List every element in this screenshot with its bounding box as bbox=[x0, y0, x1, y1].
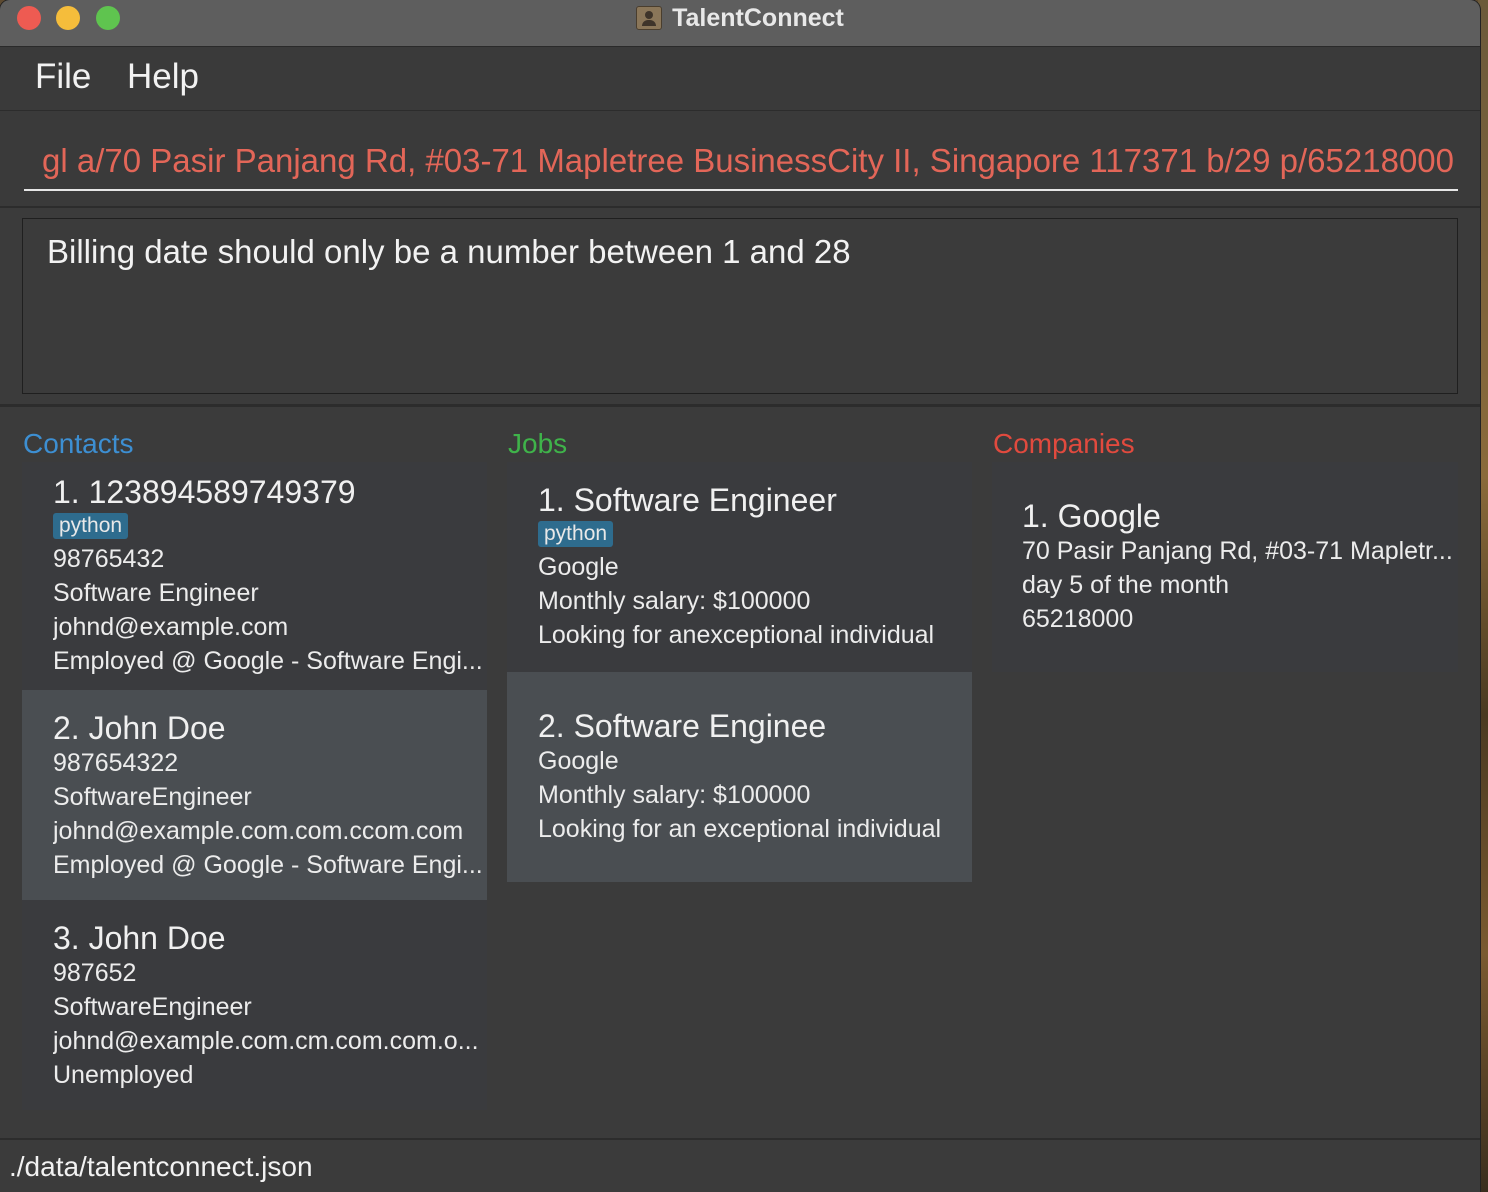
company-name: 1. Google bbox=[1022, 498, 1161, 534]
companies-heading: Companies bbox=[993, 428, 1135, 459]
result-message: Billing date should only be a number bet… bbox=[47, 233, 851, 270]
job-company: Google bbox=[538, 747, 619, 775]
company-billing: day 5 of the month bbox=[1022, 571, 1230, 599]
contact-phone: 98765432 bbox=[53, 545, 165, 573]
contact-employment: Employed @ Google - Software Engi... bbox=[53, 851, 483, 879]
contact-phone: 987654322 bbox=[53, 749, 179, 777]
result-display: Billing date should only be a number bet… bbox=[22, 218, 1458, 394]
company-phone: 65218000 bbox=[1022, 605, 1134, 633]
command-area bbox=[0, 111, 1480, 208]
contact-name: 3. John Doe bbox=[53, 920, 226, 956]
job-salary: Monthly salary: $100000 bbox=[538, 587, 811, 615]
status-bar: ./data/talentconnect.json bbox=[0, 1138, 1480, 1192]
jobs-heading: Jobs bbox=[508, 428, 568, 459]
job-card[interactable]: 1. Software Engineer python Google Month… bbox=[507, 462, 972, 672]
contact-name: 1. 123894589749379 bbox=[53, 474, 356, 510]
job-description: Looking for anexceptional individual bbox=[538, 621, 935, 649]
divider bbox=[0, 404, 1480, 407]
job-tag: python bbox=[538, 521, 614, 547]
menu-bar: File Help bbox=[0, 47, 1480, 111]
job-description: Looking for an exceptional individual bbox=[538, 815, 942, 843]
contact-email: johnd@example.com.com.ccom.com bbox=[53, 817, 464, 845]
company-address: 70 Pasir Panjang Rd, #03-71 Mapletr... bbox=[1022, 537, 1453, 565]
contact-email: johnd@example.com bbox=[53, 613, 289, 641]
job-company: Google bbox=[538, 553, 619, 581]
contact-tag: python bbox=[53, 513, 129, 539]
window-title-group: TalentConnect bbox=[0, 3, 1480, 33]
company-card[interactable]: 1. Google 70 Pasir Panjang Rd, #03-71 Ma… bbox=[992, 462, 1458, 672]
job-salary: Monthly salary: $100000 bbox=[538, 781, 811, 809]
contact-role: SoftwareEngineer bbox=[53, 993, 252, 1021]
job-title: 2. Software Enginee bbox=[538, 708, 827, 744]
contacts-heading: Contacts bbox=[23, 428, 134, 459]
contact-email: johnd@example.com.cm.com.com.o... bbox=[53, 1027, 479, 1055]
contact-card[interactable]: 1. 123894589749379 python 98765432 Softw… bbox=[22, 462, 487, 690]
job-title: 1. Software Engineer bbox=[538, 482, 837, 518]
contact-role: Software Engineer bbox=[53, 579, 259, 607]
title-bar: TalentConnect bbox=[0, 0, 1480, 47]
data-file-path: ./data/talentconnect.json bbox=[9, 1151, 313, 1182]
contact-card[interactable]: 2. John Doe 987654322 SoftwareEngineer j… bbox=[22, 690, 487, 900]
contact-book-icon bbox=[636, 6, 663, 30]
contact-phone: 987652 bbox=[53, 959, 137, 987]
contact-role: SoftwareEngineer bbox=[53, 783, 252, 811]
command-input[interactable] bbox=[24, 133, 1458, 191]
job-card[interactable]: 2. Software Enginee Google Monthly salar… bbox=[507, 672, 972, 882]
app-window: TalentConnect File Help Billing date sho… bbox=[0, 0, 1480, 1192]
window-title: TalentConnect bbox=[672, 3, 844, 32]
contact-employment: Employed @ Google - Software Engi... bbox=[53, 647, 483, 675]
contact-card[interactable]: 3. John Doe 987652 SoftwareEngineer john… bbox=[22, 900, 487, 1110]
menu-help[interactable]: Help bbox=[127, 57, 199, 97]
contact-name: 2. John Doe bbox=[53, 710, 226, 746]
contact-employment: Unemployed bbox=[53, 1061, 194, 1089]
menu-file[interactable]: File bbox=[35, 57, 91, 97]
